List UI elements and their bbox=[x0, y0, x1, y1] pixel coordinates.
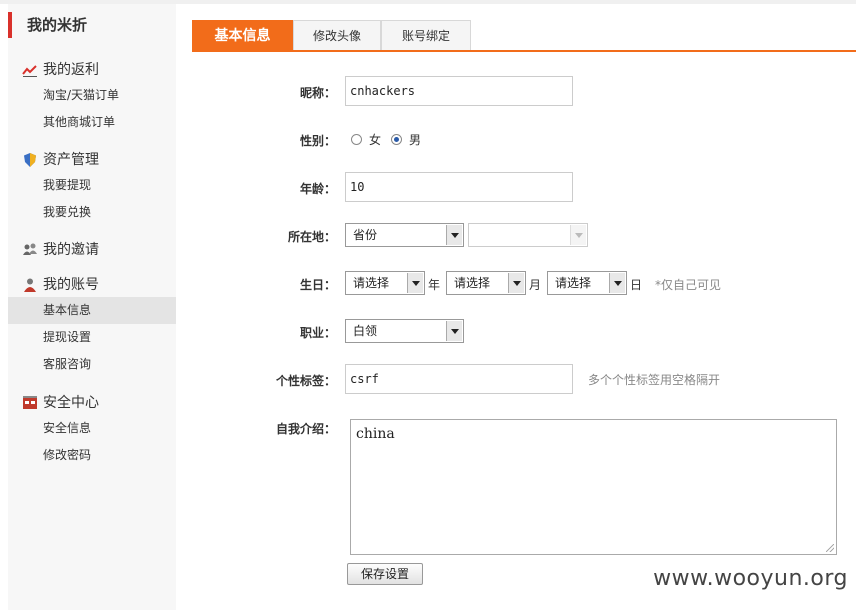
sidebar-group-account: 我的账号 基本信息 提现设置 客服咨询 bbox=[8, 273, 176, 378]
sidebar-group-label: 我的返利 bbox=[43, 62, 99, 78]
sidebar-group-label: 资产管理 bbox=[43, 152, 99, 168]
nickname-field[interactable]: cnhackers bbox=[345, 76, 573, 106]
occupation-label: 职业： bbox=[299, 326, 336, 340]
sidebar-item-taobao-orders[interactable]: 淘宝/天猫订单 bbox=[8, 82, 176, 109]
sidebar-item-change-password[interactable]: 修改密码 bbox=[8, 442, 176, 469]
sidebar-item-security-info[interactable]: 安全信息 bbox=[8, 415, 176, 442]
tab-bar: 基本信息 修改头像 账号绑定 bbox=[192, 20, 856, 52]
birth-day-value: 请选择 bbox=[555, 276, 592, 290]
sidebar-item-exchange[interactable]: 我要兑换 bbox=[8, 199, 176, 226]
sidebar-group-rebate-header[interactable]: 我的返利 bbox=[8, 58, 176, 82]
tab-account-binding[interactable]: 账号绑定 bbox=[381, 20, 471, 50]
tags-hint: 多个个性标签用空格隔开 bbox=[588, 373, 721, 387]
birth-year-value: 请选择 bbox=[353, 276, 390, 290]
birth-year-select[interactable]: 请选择 bbox=[345, 271, 425, 295]
tags-field[interactable]: csrf bbox=[345, 364, 573, 394]
birthday-privacy-hint: *仅自己可见 bbox=[655, 278, 722, 292]
city-select[interactable] bbox=[468, 223, 588, 247]
day-unit-label: 日 bbox=[630, 278, 643, 292]
sidebar-group-rebate: 我的返利 淘宝/天猫订单 其他商城订单 bbox=[8, 58, 176, 136]
province-select-value: 省份 bbox=[353, 228, 378, 242]
chevron-down-icon bbox=[446, 225, 462, 245]
intro-label: 自我介绍： bbox=[275, 422, 336, 436]
nickname-label: 昵称： bbox=[299, 86, 336, 100]
sidebar-item-basic-info[interactable]: 基本信息 bbox=[8, 297, 176, 324]
security-center-icon bbox=[23, 396, 37, 409]
occupation-select-value: 白领 bbox=[353, 324, 378, 338]
sidebar-title: 我的米折 bbox=[8, 12, 87, 38]
birth-month-value: 请选择 bbox=[454, 276, 491, 290]
watermark: www.wooyun.org bbox=[653, 566, 848, 591]
sidebar-group-security: 安全中心 安全信息 修改密码 bbox=[8, 391, 176, 469]
gender-female-radio[interactable] bbox=[351, 134, 362, 145]
age-field[interactable]: 10 bbox=[345, 172, 573, 202]
resize-handle-icon[interactable] bbox=[826, 544, 834, 552]
birth-day-select[interactable]: 请选择 bbox=[547, 271, 627, 295]
chevron-down-icon bbox=[609, 273, 625, 293]
save-button[interactable]: 保存设置 bbox=[347, 563, 423, 585]
gender-female-label: 女 bbox=[369, 133, 382, 147]
tab-basic-info[interactable]: 基本信息 bbox=[192, 20, 293, 50]
year-unit-label: 年 bbox=[428, 278, 441, 292]
sidebar-group-label: 安全中心 bbox=[43, 395, 99, 411]
occupation-select[interactable]: 白领 bbox=[345, 319, 464, 343]
gender-label: 性别： bbox=[299, 134, 336, 148]
province-select[interactable]: 省份 bbox=[345, 223, 464, 247]
gender-male-radio[interactable] bbox=[391, 134, 402, 145]
sidebar-item-other-orders[interactable]: 其他商城订单 bbox=[8, 109, 176, 136]
sidebar-group-account-header[interactable]: 我的账号 bbox=[8, 273, 176, 297]
sidebar-item-withdraw[interactable]: 我要提现 bbox=[8, 172, 176, 199]
sidebar-group-label: 我的邀请 bbox=[43, 242, 99, 258]
user-icon bbox=[24, 278, 36, 292]
age-label: 年龄： bbox=[299, 182, 336, 196]
users-icon bbox=[23, 243, 37, 255]
chevron-down-icon bbox=[407, 273, 423, 293]
sidebar: 我的米折 我的返利 淘宝/天猫订单 其他商城订单 资产管理 我要提现 我要兑换 bbox=[8, 4, 176, 610]
sidebar-group-invite: 我的邀请 bbox=[8, 238, 176, 262]
sidebar-group-invite-header[interactable]: 我的邀请 bbox=[8, 238, 176, 262]
chevron-down-icon bbox=[570, 225, 586, 245]
chevron-down-icon bbox=[446, 321, 462, 341]
sidebar-item-withdraw-settings[interactable]: 提现设置 bbox=[8, 324, 176, 351]
month-unit-label: 月 bbox=[529, 278, 542, 292]
birthday-label: 生日： bbox=[299, 278, 336, 292]
shield-icon bbox=[24, 153, 36, 167]
sidebar-group-assets: 资产管理 我要提现 我要兑换 bbox=[8, 148, 176, 226]
sidebar-group-security-header[interactable]: 安全中心 bbox=[8, 391, 176, 415]
gender-male-label: 男 bbox=[409, 133, 422, 147]
tags-label: 个性标签： bbox=[275, 374, 336, 388]
intro-text: china bbox=[356, 426, 395, 442]
sidebar-group-label: 我的账号 bbox=[43, 277, 99, 293]
trend-chart-icon bbox=[22, 65, 37, 77]
location-label: 所在地： bbox=[287, 230, 336, 244]
chevron-down-icon bbox=[508, 273, 524, 293]
tab-change-avatar[interactable]: 修改头像 bbox=[293, 20, 381, 50]
sidebar-group-assets-header[interactable]: 资产管理 bbox=[8, 148, 176, 172]
birth-month-select[interactable]: 请选择 bbox=[446, 271, 526, 295]
intro-textarea[interactable]: china bbox=[350, 419, 837, 555]
sidebar-item-customer-service[interactable]: 客服咨询 bbox=[8, 351, 176, 378]
